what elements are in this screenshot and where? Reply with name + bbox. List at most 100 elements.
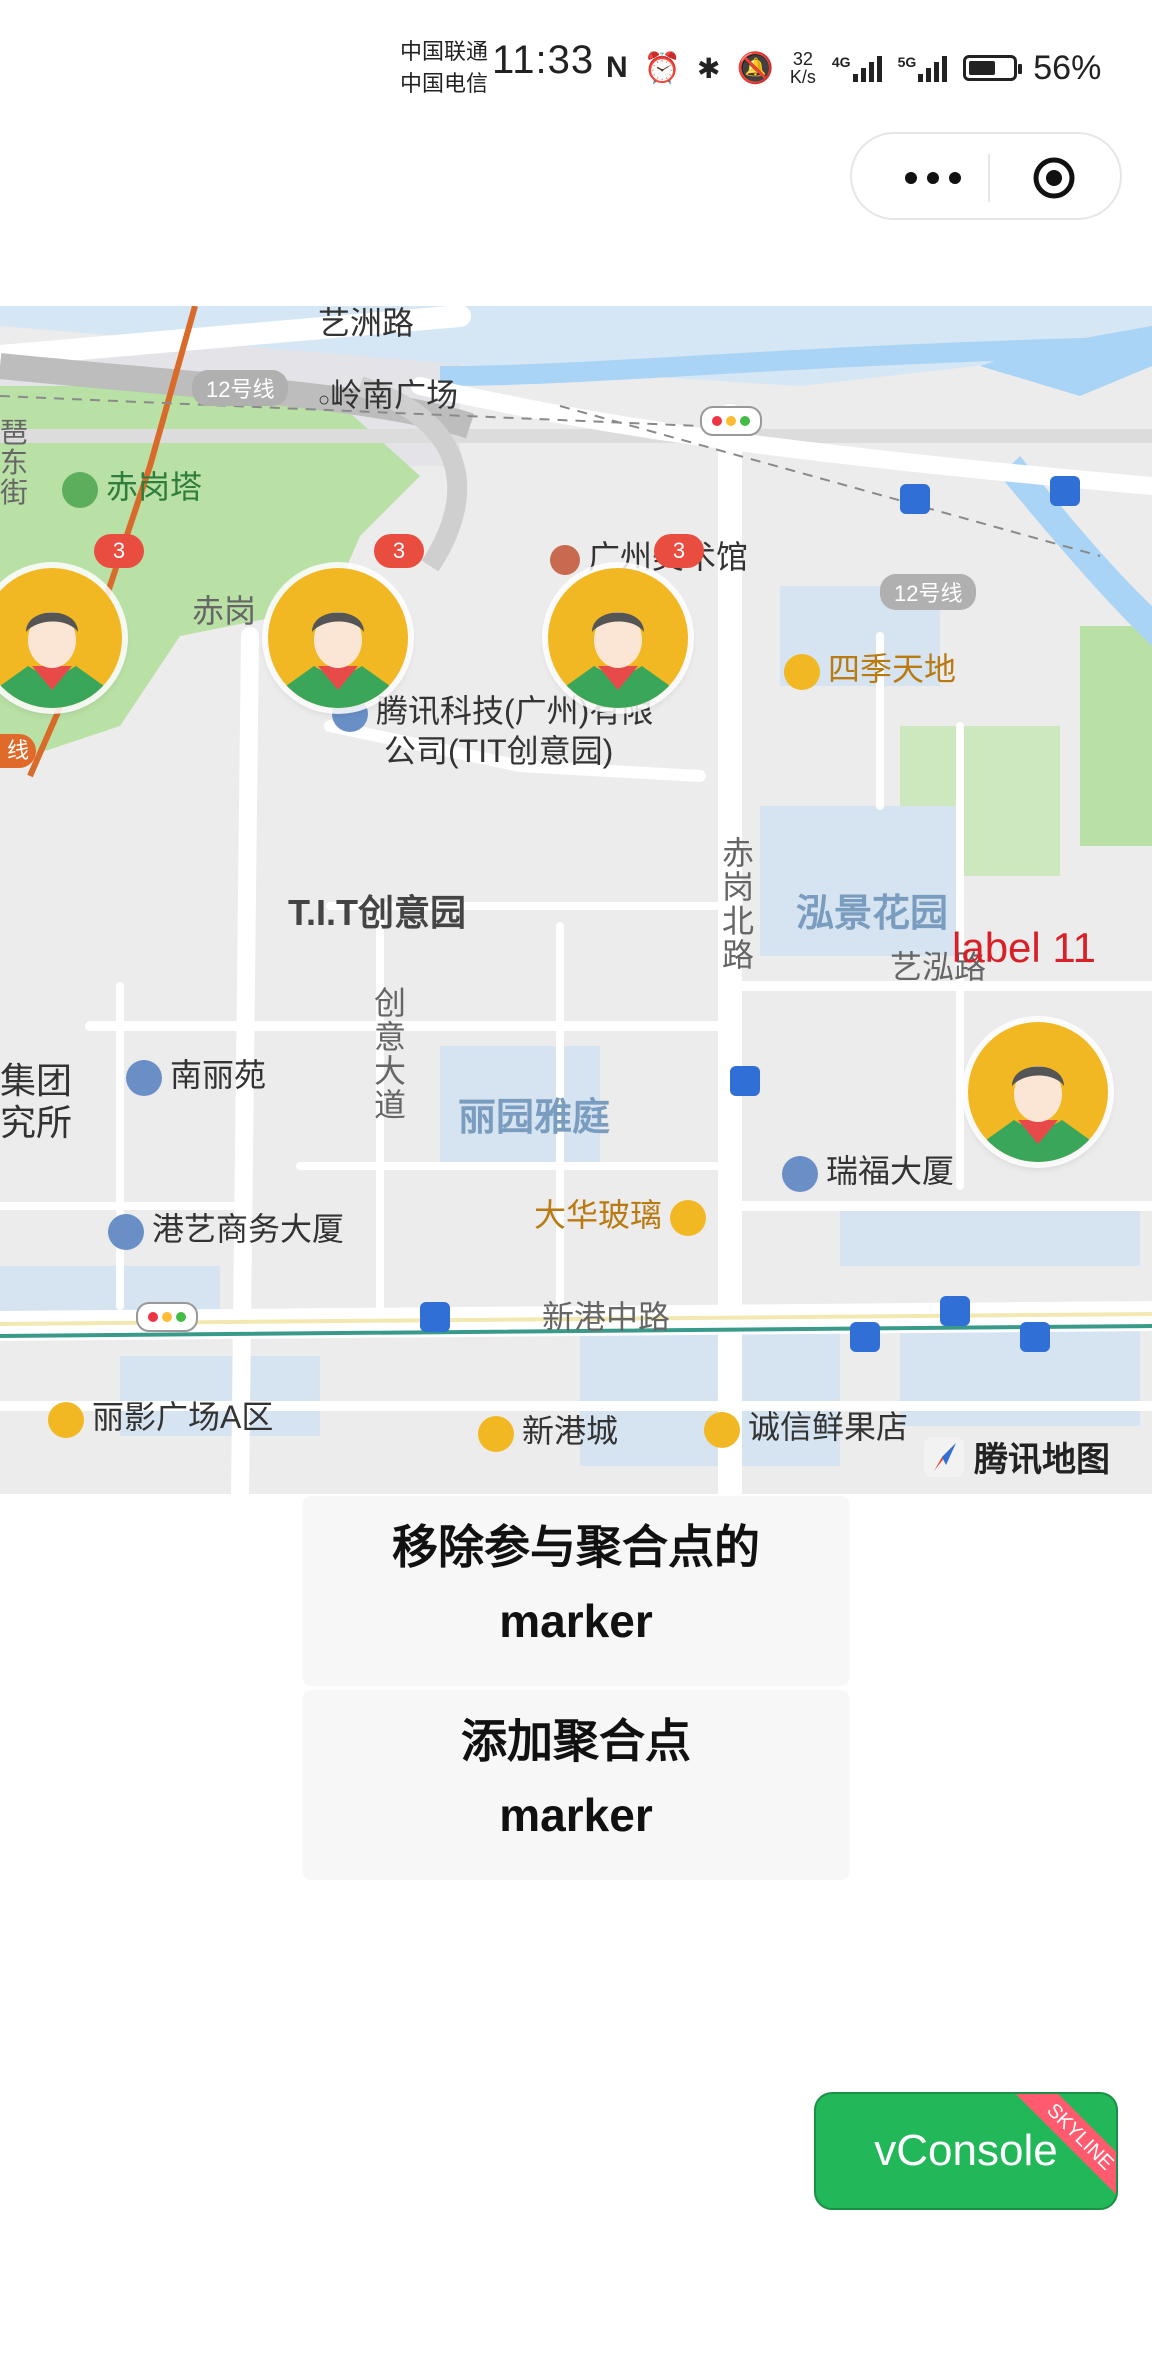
map-provider-text: 腾讯地图 (974, 1441, 1110, 1479)
siji-text: 四季天地 (828, 651, 957, 687)
add-cluster-marker-button[interactable]: 添加聚合点 marker (302, 1690, 850, 1880)
shop-poi-icon (670, 1199, 707, 1236)
avatar-icon (986, 1066, 1090, 1162)
map-label-art-museum: 广州美术馆 (550, 532, 748, 578)
bus-stop-icon (420, 1302, 450, 1332)
map-label-gangyi: 港艺商务大厦 (108, 1204, 344, 1250)
map-marker-avatar[interactable] (968, 1022, 1108, 1162)
map-label-chuangyi-avenue: 创意大道 (374, 985, 407, 1123)
map-label-yuansuo: 究所 (0, 1102, 73, 1143)
map-marker-avatar[interactable] (268, 568, 408, 708)
network-type-1: 4G (831, 54, 851, 70)
avatar-icon (566, 612, 670, 708)
shop-poi-icon (478, 1415, 514, 1452)
nfc-icon: N (606, 51, 628, 84)
left-fragment-3: 街 (0, 477, 29, 508)
traffic-light-icon (136, 1302, 198, 1332)
avatar-icon (286, 612, 390, 708)
map-view[interactable]: 艺洲路 12号线 ○岭南广场 赤岗塔 赤岗 广州美术馆 12号线 四季天地 腾讯… (0, 306, 1152, 1494)
map-label-siji: 四季天地 (784, 644, 956, 690)
map-label-tencent-2: 公司(TIT创意园) (384, 733, 614, 769)
metro-station-badge: 3 (654, 534, 704, 568)
signal-2: 5G (898, 54, 948, 82)
bus-stop-icon (730, 1066, 760, 1096)
traffic-light-icon (700, 406, 762, 436)
map-label-lingnan-square: ○岭南广场 (318, 370, 458, 416)
status-bar: 中国联通 中国电信 11:33 N ⏰ ✱ 🔕 32 K/s 4G 5G 56% (0, 0, 1152, 130)
metro-line-label: 12号线 (880, 574, 977, 610)
bus-stop-icon (1050, 476, 1080, 506)
remove-button-line-2: marker (499, 1595, 653, 1647)
map-label-liyuan: 丽园雅庭 (458, 1097, 611, 1139)
lingnan-square-text: 岭南广场 (330, 377, 459, 413)
signal-bars-icon (852, 54, 882, 82)
dot-icon (927, 172, 939, 184)
bus-stop-icon (850, 1322, 880, 1352)
close-miniprogram-button[interactable] (1032, 156, 1076, 200)
add-button-line-2: marker (499, 1789, 653, 1841)
map-marker-avatar[interactable] (548, 568, 688, 708)
bus-stop-icon (900, 484, 930, 514)
nanli-text: 南丽苑 (170, 1057, 267, 1093)
remove-cluster-markers-button[interactable]: 移除参与聚合点的 marker (302, 1496, 850, 1686)
status-icons: N ⏰ ✱ 🔕 32 K/s 4G 5G 56% (606, 44, 1101, 92)
network-type-2: 5G (897, 54, 917, 70)
more-button[interactable] (888, 156, 978, 200)
map-label-left-fragment: 琶东街 (0, 418, 36, 508)
home-poi-icon (126, 1059, 162, 1096)
map-label-ruifu: 瑞福大厦 (782, 1146, 954, 1192)
gangyi-text: 港艺商务大厦 (152, 1211, 345, 1247)
mute-icon: 🔕 (736, 51, 774, 85)
alarm-icon: ⏰ (643, 51, 682, 85)
chigang-tower-text: 赤岗塔 (106, 469, 203, 505)
building-poi-icon (782, 1155, 818, 1192)
park-poi-icon (62, 471, 98, 508)
signal-bars-icon (918, 54, 948, 82)
map-label-chigang-north-road: 赤岗北路 (722, 835, 755, 973)
metro-station-badge: 3 (374, 534, 424, 568)
battery-percent: 56% (1033, 48, 1102, 87)
metro-line-label: 12号线 (192, 370, 289, 406)
carrier-names: 中国联通 中国电信 (400, 36, 488, 100)
map-label-chengxin: 诚信鲜果店 (704, 1402, 908, 1448)
add-button-line-1: 添加聚合点 (461, 1715, 691, 1767)
map-label-chigang-tower: 赤岗塔 (62, 462, 202, 508)
dot-icon (949, 172, 961, 184)
shop-poi-icon (48, 1401, 84, 1438)
signal-1: 4G (832, 54, 882, 82)
shop-poi-icon (704, 1411, 740, 1448)
map-label-yizhou-road: 艺洲路 (318, 306, 415, 341)
metro-station-badge: 3 (94, 534, 144, 568)
map-label-hongjing: 泓景花园 (796, 893, 949, 935)
museum-poi-icon (550, 544, 580, 575)
left-fragment-2: 东 (0, 447, 29, 478)
tencent-map-logo-icon (924, 1436, 964, 1477)
carrier-1: 中国联通 (400, 39, 489, 64)
chengxin-text: 诚信鲜果店 (748, 1409, 909, 1445)
network-speed: 32 K/s (790, 50, 816, 86)
vconsole-label: vConsole (874, 2126, 1058, 2175)
building-poi-icon (108, 1213, 144, 1250)
bluetooth-icon: ✱ (697, 52, 721, 84)
map-label-nanli: 南丽苑 (126, 1050, 266, 1096)
battery-icon (963, 55, 1023, 81)
miniprogram-capsule (850, 132, 1122, 220)
map-provider-logo: 腾讯地图 (922, 1432, 1110, 1481)
left-fragment-1: 琶 (0, 417, 29, 448)
map-label-xingangcheng: 新港城 (478, 1406, 618, 1452)
speed-value: 32 (792, 49, 813, 69)
liying-text: 丽影广场A区 (92, 1399, 274, 1435)
map-label-xingang-road: 新港中路 (542, 1299, 671, 1335)
target-close-icon (1033, 157, 1075, 199)
bus-stop-icon (940, 1296, 970, 1326)
map-label-dahua: 大华玻璃 (534, 1190, 714, 1236)
clock: 11:33 (492, 38, 595, 82)
dot-icon (905, 172, 917, 184)
remove-button-line-1: 移除参与聚合点的 (392, 1521, 760, 1573)
speed-unit: K/s (789, 67, 816, 87)
marker-label: label 11 (952, 924, 1097, 971)
vconsole-button[interactable]: vConsole SKYLINE (814, 2092, 1118, 2210)
xingangcheng-text: 新港城 (522, 1413, 619, 1449)
ruifu-text: 瑞福大厦 (826, 1153, 955, 1189)
map-label-liying: 丽影广场A区 (48, 1392, 273, 1438)
